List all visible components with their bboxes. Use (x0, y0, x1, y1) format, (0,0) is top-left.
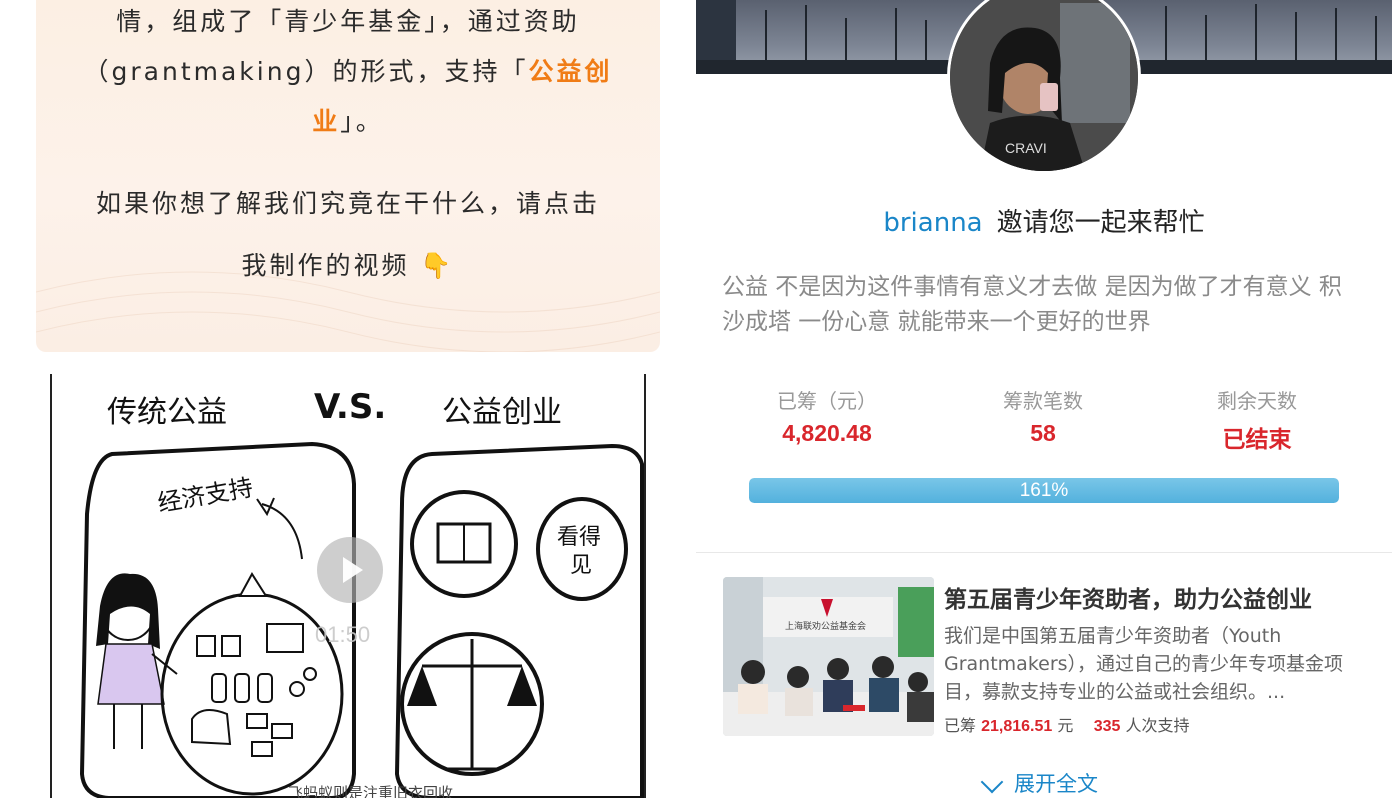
expand-full-text-button[interactable]: 展开全文 (980, 768, 1098, 798)
article-panel: 情，组成了「青少年基金」，通过资助 （grantmaking）的形式，支持「公益… (0, 0, 696, 798)
project-stats: 已筹 21,816.51 元 335 人次支持 (944, 716, 1190, 735)
project-description: 我们是中国第五届青少年资助者（Youth Grantmakers），通过自己的青… (944, 625, 1344, 703)
stat-donation-count: 筹款笔数 58 (943, 385, 1143, 447)
article-line: 情，组成了「青少年基金」，通过资助 (116, 7, 580, 36)
stat-label: 已筹（元） (777, 389, 877, 413)
stat-value: 4,820.48 (782, 420, 872, 446)
video-duration: 01:50 (315, 622, 371, 647)
highlight-text: 业 (312, 107, 341, 136)
heading-traditional: 传统公益 (107, 395, 227, 430)
highlight-text: 公益创 (528, 57, 613, 86)
project-title[interactable]: 第五届青少年资助者，助力公益创业 (944, 580, 1312, 614)
article-line: 如果你想了解我们究竟在干什么，请点击 (95, 189, 600, 218)
article-line: （grantmaking）的形式，支持「公益创 (83, 57, 613, 86)
svg-text:CRAVI: CRAVI (1005, 140, 1047, 156)
progress-percent: 161% (1019, 480, 1069, 501)
stat-value: 已结束 (1222, 427, 1292, 453)
article-line: 我制作的视频 👇 (241, 251, 455, 280)
username-link[interactable]: brianna (883, 208, 982, 238)
video-subtitle: 飞蚂蚁则是注重旧衣回收 (288, 784, 454, 798)
stat-days-left: 剩余天数 已结束 (1157, 385, 1357, 454)
project-raised-amount: 21,816.51 (981, 718, 1053, 735)
article-line: 业」。 (312, 107, 384, 136)
stat-label: 筹款笔数 (1003, 389, 1083, 413)
avatar-photo: CRAVI (950, 0, 1138, 171)
chevron-down-icon (980, 770, 1004, 794)
divider (696, 552, 1392, 553)
thumb-sign-text: 上海联劝公益基金会 (785, 620, 866, 632)
project-supporters-count: 335 (1093, 718, 1121, 735)
play-button[interactable] (317, 537, 383, 603)
avatar[interactable]: CRAVI (947, 0, 1141, 174)
pointing-down-icon: 👇 (420, 251, 455, 280)
article-card: 情，组成了「青少年基金」，通过资助 （grantmaking）的形式，支持「公益… (36, 0, 660, 352)
invite-heading: brianna 邀请您一起来帮忙 (883, 208, 1205, 238)
stat-value: 58 (1030, 420, 1056, 446)
heading-vs: V.S. (314, 387, 386, 427)
project-thumbnail[interactable]: 上海联劝公益基金会 (723, 577, 934, 736)
bubble-text: 见 (570, 553, 592, 578)
progress-bar: 161% (749, 478, 1339, 503)
video-player[interactable]: 传统公益 V.S. 公益创业 经济支持 看得 见 01:50 飞蚂蚁则是注重旧衣… (50, 374, 646, 798)
stat-label: 剩余天数 (1217, 389, 1297, 413)
stat-raised: 已筹（元） 4,820.48 (727, 385, 927, 447)
bubble-text: 看得 (557, 525, 601, 550)
project-photo: 上海联劝公益基金会 (723, 577, 934, 736)
economic-support-label: 经济支持 (156, 473, 255, 517)
profile-description: 公益 不是因为这件事情有意义才去做 是因为做了才有意义 积沙成塔 一份心意 就能… (722, 274, 1342, 335)
heading-social-venture: 公益创业 (442, 395, 562, 430)
